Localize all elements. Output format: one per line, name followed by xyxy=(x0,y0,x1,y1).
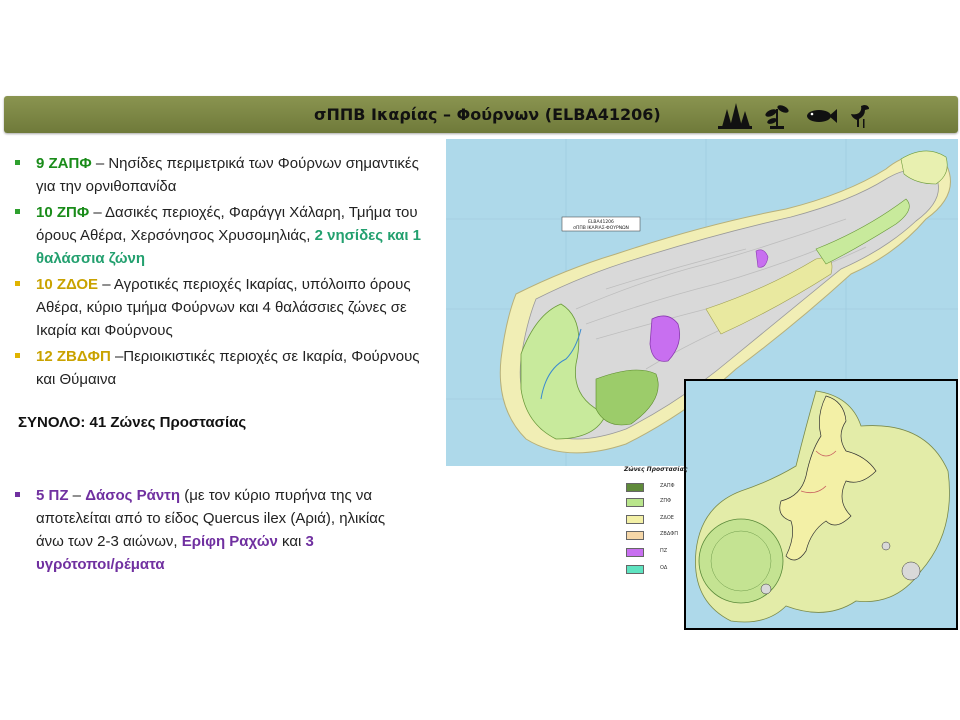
legend-item: ΖΠΦ xyxy=(626,498,686,508)
legend-item: ΠΖ xyxy=(626,548,686,558)
erifi-name: Ερίφη Ραχών xyxy=(181,533,278,550)
legend-title: Ζώνες Προστασίας xyxy=(624,466,688,473)
bullet-marker xyxy=(15,492,20,497)
bullet-marker xyxy=(15,160,20,165)
plant-icon xyxy=(765,105,789,129)
legend-item: ΟΔ xyxy=(626,565,686,575)
bullet-marker xyxy=(15,353,20,358)
legend-label: ΖΑΠΦ xyxy=(660,483,675,489)
zone-code: 5 ΠΖ xyxy=(36,487,69,504)
legend-item: ΖΑΠΦ xyxy=(626,483,686,493)
forest-name: Δάσος Ράντη xyxy=(85,487,181,504)
fish-icon xyxy=(807,109,837,123)
legend-swatch xyxy=(626,531,644,540)
list-item: 12 ΖΒΔΦΠ –Περιοικιστικές περιοχές σε Ικα… xyxy=(14,345,424,391)
fournoi-inset-map xyxy=(684,379,958,630)
legend-swatch xyxy=(626,498,644,507)
slide-title: σΠΠΒ Ικαρίας – Φούρνων (ELBA41206) xyxy=(314,105,661,124)
zone-code: 9 ΖΑΠΦ xyxy=(36,155,92,172)
legend-item: ΖΔΟΕ xyxy=(626,515,686,525)
legend-label: ΠΖ xyxy=(660,548,668,554)
map-label-code: ELBA41206 xyxy=(588,219,614,225)
dash: – xyxy=(68,487,86,504)
map-label-name: σΠΠΒ ΙΚΑΡΙΑΣ-ΦΟΥΡΝΩΝ xyxy=(573,225,629,231)
zone-code: 10 ΖΠΦ xyxy=(36,204,90,221)
conjunction: και xyxy=(277,533,306,550)
inset-map-drawing xyxy=(686,381,956,628)
bullet-marker xyxy=(15,209,20,214)
legend-swatch xyxy=(626,483,644,492)
pz-item: 5 ΠΖ – Δάσος Ράντη (με τον κύριο πυρήνα … xyxy=(14,484,394,579)
map-legend: Ζώνες Προστασίας ΖΑΠΦ ΖΠΦ ΖΔΟΕ ΖΒΔΦΠ ΠΖ … xyxy=(616,466,688,586)
legend-label: ΖΠΦ xyxy=(660,498,672,504)
legend-label: ΟΔ xyxy=(660,565,668,571)
forest-icon xyxy=(718,103,752,129)
bullet-marker xyxy=(15,281,20,286)
legend-label: ΖΔΟΕ xyxy=(660,515,674,521)
legend-label: ΖΒΔΦΠ xyxy=(660,531,678,537)
zone-code: 12 ΖΒΔΦΠ xyxy=(36,348,111,365)
legend-swatch xyxy=(626,548,644,557)
legend-swatch xyxy=(626,565,644,574)
total-zones: ΣΥΝΟΛΟ: 41 Ζώνες Προστασίας xyxy=(18,414,247,431)
habitat-icons xyxy=(716,101,886,129)
zone-code: 10 ΖΔΟΕ xyxy=(36,276,99,293)
list-item: 9 ΖΑΠΦ – Νησίδες περιμετρικά των Φούρνων… xyxy=(14,152,424,198)
title-bar: σΠΠΒ Ικαρίας – Φούρνων (ELBA41206) xyxy=(4,96,958,133)
legend-item: ΖΒΔΦΠ xyxy=(626,531,686,541)
list-item: 10 ΖΠΦ – Δασικές περιοχές, Φαράγγι Χάλαρ… xyxy=(14,201,424,270)
list-item: 5 ΠΖ – Δάσος Ράντη (με τον κύριο πυρήνα … xyxy=(14,484,394,576)
legend-swatch xyxy=(626,515,644,524)
list-item: 10 ΖΔΟΕ – Αγροτικές περιοχές Ικαρίας, υπ… xyxy=(14,273,424,342)
bird-icon xyxy=(851,105,869,128)
zone-list: 9 ΖΑΠΦ – Νησίδες περιμετρικά των Φούρνων… xyxy=(14,152,424,394)
zone-description: – Νησίδες περιμετρικά των Φούρνων σημαντ… xyxy=(36,155,419,195)
